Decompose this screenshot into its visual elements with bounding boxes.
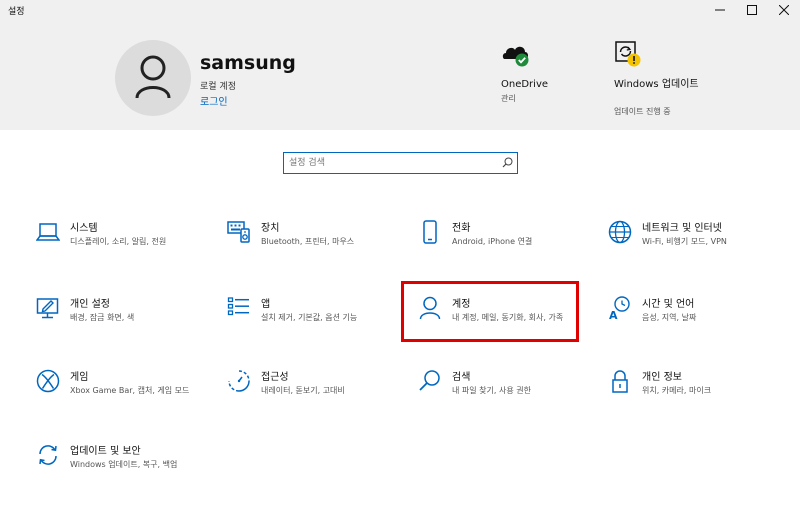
category-subtitle: Wi-Fi, 비행기 모드, VPN	[642, 237, 727, 246]
windows-update-title[interactable]: Windows 업데이트	[614, 78, 704, 91]
maximize-icon	[747, 5, 757, 15]
category-title: 업데이트 및 보안	[70, 446, 141, 457]
ease-of-access-icon	[228, 370, 250, 392]
close-icon	[779, 5, 789, 15]
category-subtitle: Bluetooth, 프린터, 마우스	[261, 237, 355, 246]
windows-update-subtitle: 업데이트 진행 중	[614, 107, 671, 116]
category-privacy[interactable]: 개인 정보 위치, 카메라, 마이크	[608, 369, 783, 421]
title-bar: 설정	[0, 0, 800, 20]
personalization-icon	[36, 298, 59, 319]
onedrive-title[interactable]: OneDrive	[501, 78, 548, 91]
sync-icon	[39, 445, 57, 465]
category-subtitle: Xbox Game Bar, 캡처, 게임 모드	[70, 386, 190, 395]
category-subtitle: 내레이터, 돋보기, 고대비	[261, 386, 345, 395]
category-gaming[interactable]: 게임 Xbox Game Bar, 캡처, 게임 모드	[36, 369, 211, 421]
minimize-icon	[715, 9, 725, 11]
category-subtitle: 내 파일 찾기, 사용 권한	[452, 386, 531, 395]
search-box[interactable]	[283, 152, 518, 174]
laptop-icon	[36, 223, 60, 241]
category-title: 전화	[452, 223, 471, 234]
onedrive-subtitle: 관리	[501, 94, 516, 103]
account-header: samsung 로컬 계정 로그인 OneDrive 관리 Windows 업데…	[0, 20, 800, 130]
category-title: 네트워크 및 인터넷	[642, 223, 722, 234]
user-avatar-icon	[135, 55, 171, 99]
svg-text:A: A	[609, 309, 618, 320]
apps-list-icon	[227, 297, 249, 316]
globe-icon	[608, 220, 632, 244]
search-icon	[419, 370, 440, 391]
category-title: 개인 정보	[642, 372, 682, 383]
search-icon[interactable]	[502, 157, 513, 168]
category-phone[interactable]: 전화 Android, iPhone 연결	[418, 220, 593, 272]
category-time-language[interactable]: A 시간 및 언어 음성, 지역, 날짜	[608, 296, 783, 348]
app-title: 설정	[8, 7, 25, 17]
category-search[interactable]: 검색 내 파일 찾기, 사용 권한	[418, 369, 593, 421]
close-button[interactable]	[768, 0, 800, 20]
user-name: samsung	[200, 52, 296, 74]
windows-update-icon[interactable]	[614, 40, 642, 72]
phone-icon	[423, 220, 437, 244]
category-network[interactable]: 네트워크 및 인터넷 Wi-Fi, 비행기 모드, VPN	[608, 220, 783, 272]
category-devices[interactable]: 장치 Bluetooth, 프린터, 마우스	[227, 220, 402, 272]
category-subtitle: 위치, 카메라, 마이크	[642, 386, 712, 395]
category-subtitle: 설치 제거, 기본값, 옵션 기능	[261, 313, 358, 322]
login-link[interactable]: 로그인	[200, 93, 228, 108]
category-apps[interactable]: 앱 설치 제거, 기본값, 옵션 기능	[227, 296, 402, 348]
category-title: 앱	[261, 299, 271, 310]
xbox-icon	[36, 369, 60, 393]
time-language-icon: A	[609, 296, 630, 320]
category-subtitle: 배경, 잠금 화면, 색	[70, 313, 135, 322]
category-subtitle: 음성, 지역, 날짜	[642, 313, 697, 322]
category-system[interactable]: 시스템 디스플레이, 소리, 알림, 전원	[36, 220, 211, 272]
category-title: 시간 및 언어	[642, 299, 695, 310]
category-subtitle: 디스플레이, 소리, 알림, 전원	[70, 237, 167, 246]
category-ease-of-access[interactable]: 접근성 내레이터, 돋보기, 고대비	[227, 369, 402, 421]
avatar[interactable]	[115, 40, 191, 116]
category-title: 접근성	[261, 372, 289, 383]
category-title: 장치	[261, 223, 280, 234]
category-title: 검색	[452, 372, 471, 383]
maximize-button[interactable]	[736, 0, 768, 20]
search-input[interactable]	[289, 155, 489, 171]
lock-icon	[612, 370, 628, 393]
category-update-security[interactable]: 업데이트 및 보안 Windows 업데이트, 복구, 백업	[36, 443, 211, 495]
account-type: 로컬 계정	[200, 82, 236, 92]
minimize-button[interactable]	[704, 0, 736, 20]
onedrive-icon[interactable]	[502, 42, 530, 72]
category-subtitle: Windows 업데이트, 복구, 백업	[70, 460, 178, 469]
category-personalization[interactable]: 개인 설정 배경, 잠금 화면, 색	[36, 296, 211, 348]
devices-icon	[227, 221, 250, 243]
category-title: 게임	[70, 372, 89, 383]
category-subtitle: Android, iPhone 연결	[452, 237, 533, 246]
category-title: 시스템	[70, 223, 98, 234]
highlight-box-accounts	[401, 281, 579, 342]
category-title: 개인 설정	[70, 299, 110, 310]
